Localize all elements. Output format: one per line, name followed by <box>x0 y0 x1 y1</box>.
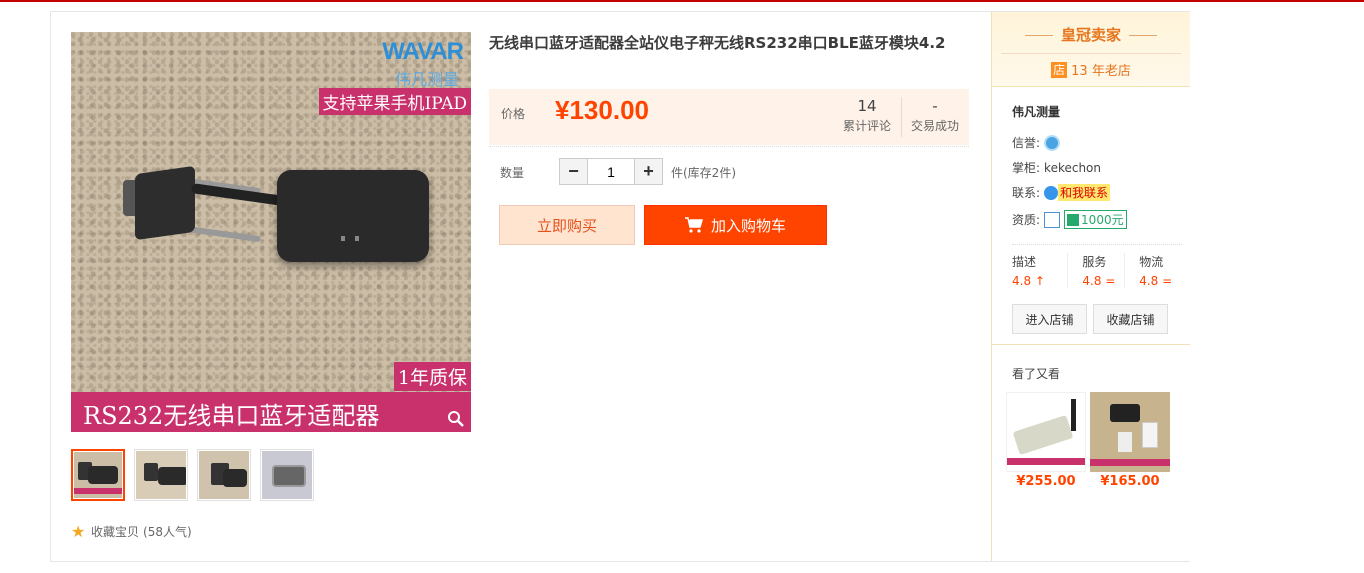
keeper-label: 掌柜: <box>1012 161 1041 175</box>
add-to-cart-label: 加入购物车 <box>710 217 786 235</box>
thumbnail[interactable] <box>71 449 125 501</box>
rating-description: 描述 4.8 ↑ <box>1012 253 1069 288</box>
also-viewed-image[interactable] <box>1006 392 1086 472</box>
bluetooth-module <box>277 170 429 262</box>
wangwang-icon <box>1044 185 1059 200</box>
brand-sub-logo: 伟凡测量 <box>394 70 459 89</box>
quantity-stepper: − + <box>559 158 663 185</box>
decrease-button[interactable]: − <box>560 159 587 184</box>
also-viewed-image[interactable] <box>1090 392 1170 472</box>
price-panel: 价格 ¥130.00 14 累计评论 - 交易成功 <box>489 89 969 145</box>
favorite-shop-button[interactable]: 收藏店铺 <box>1093 304 1168 334</box>
rating-service: 服务 4.8 = <box>1068 253 1126 288</box>
also-viewed-price: ¥255.00 <box>1016 474 1076 489</box>
credit-medal-icon[interactable] <box>1044 134 1061 151</box>
contact-label: 联系: <box>1012 186 1041 200</box>
led <box>341 236 345 241</box>
zoom-icon[interactable] <box>447 410 465 428</box>
deals-count: - <box>932 97 938 115</box>
reviews-stat[interactable]: 14 累计评论 <box>837 95 897 134</box>
also-viewed-price: ¥165.00 <box>1100 474 1160 489</box>
add-to-cart-button[interactable]: 加入购物车 <box>644 205 827 245</box>
qualification-label: 资质: <box>1012 213 1041 227</box>
led <box>355 236 359 241</box>
price-label: 价格 <box>501 107 526 121</box>
seller-sidebar: 皇冠卖家 店 13 年老店 伟凡测量 信誉: 掌柜: kekechon 联系: … <box>991 12 1190 561</box>
favorite-item[interactable]: ★ 收藏宝贝 (58人气) <box>71 523 192 540</box>
shop-name[interactable]: 伟凡测量 <box>1012 103 1190 120</box>
deals-stat: - 交易成功 <box>905 95 965 134</box>
credit-row: 信誉: <box>1012 130 1190 155</box>
divider <box>489 146 969 147</box>
credit-label: 信誉: <box>1012 136 1041 150</box>
also-viewed-item[interactable]: ¥165.00 <box>1090 392 1170 489</box>
thumbnail[interactable] <box>134 449 188 501</box>
crown-seller-header: 皇冠卖家 店 13 年老店 <box>992 12 1190 87</box>
price-value: ¥130.00 <box>555 95 649 125</box>
keeper-row: 掌柜: kekechon <box>1012 155 1190 180</box>
favorite-label: 收藏宝贝 <box>91 525 140 539</box>
shop-buttons: 进入店铺 收藏店铺 <box>1012 304 1190 334</box>
main-product-image[interactable]: WAVAR 伟凡测量 支持苹果手机IPAD 1年质保 RS232无线串口蓝牙适配… <box>71 32 471 432</box>
seller-info: 伟凡测量 信誉: 掌柜: kekechon 联系: 和我联系 资质: 1000元… <box>992 87 1190 345</box>
increase-button[interactable]: + <box>635 159 662 184</box>
product-panel: WAVAR 伟凡测量 支持苹果手机IPAD 1年质保 RS232无线串口蓝牙适配… <box>50 11 1190 562</box>
star-icon: ★ <box>71 521 86 541</box>
product-title: 无线串口蓝牙适配器全站仪电子秤无线RS232串口BLE蓝牙模块4.2 <box>489 34 946 52</box>
qualification-row: 资质: 1000元 <box>1012 207 1190 232</box>
rating-scores: 描述 4.8 ↑ 服务 4.8 = 物流 4.8 = <box>1012 253 1182 288</box>
cart-icon <box>684 217 703 233</box>
warranty-tag: 1年质保 <box>393 362 471 391</box>
shop-age: 店 13 年老店 <box>992 60 1190 79</box>
divider <box>1012 244 1182 245</box>
thumbnail[interactable] <box>260 449 314 501</box>
also-viewed-list: ¥255.00 ¥165.00 <box>1006 392 1190 489</box>
db9-connector <box>135 165 195 241</box>
rating-logistics: 物流 4.8 = <box>1139 255 1173 288</box>
contact-row: 联系: 和我联系 <box>1012 180 1190 205</box>
shop-icon: 店 <box>1051 61 1068 78</box>
reviews-label: 累计评论 <box>842 119 891 133</box>
contact-text: 和我联系 <box>1058 184 1111 201</box>
contact-button[interactable]: 和我联系 <box>1044 184 1111 201</box>
thumbnail[interactable] <box>197 449 251 501</box>
also-viewed: 看了又看 ¥255.00 ¥165.00 <box>992 345 1190 489</box>
ipad-support-tag: 支持苹果手机IPAD <box>318 88 471 115</box>
favorite-count: (58人气) <box>143 525 192 539</box>
buy-now-button[interactable]: 立即购买 <box>499 205 635 245</box>
reviews-count: 14 <box>857 97 877 115</box>
adapter-banner: RS232无线串口蓝牙适配器 <box>71 392 471 432</box>
also-viewed-title: 看了又看 <box>1012 367 1061 381</box>
divider <box>901 97 902 137</box>
shop-age-text: 13 年老店 <box>1071 64 1131 79</box>
deposit-badge[interactable]: 1000元 <box>1064 210 1127 229</box>
quantity-label: 数量 <box>500 166 525 180</box>
deposit-amount: 1000元 <box>1081 213 1124 227</box>
enter-shop-button[interactable]: 进入店铺 <box>1012 304 1087 334</box>
deposit-icon <box>1067 213 1080 226</box>
brand-logo: WAVAR <box>382 38 464 65</box>
certificate-icon[interactable] <box>1044 211 1061 228</box>
stock-info: 件(库存2件) <box>671 166 736 180</box>
deals-label: 交易成功 <box>910 119 959 133</box>
keeper-name: kekechon <box>1044 160 1102 175</box>
quantity-input[interactable] <box>587 159 635 184</box>
crown-title: 皇冠卖家 <box>1060 26 1121 44</box>
thumbnail-strip <box>71 449 314 501</box>
top-accent-line <box>0 0 1364 2</box>
also-viewed-item[interactable]: ¥255.00 <box>1006 392 1086 489</box>
